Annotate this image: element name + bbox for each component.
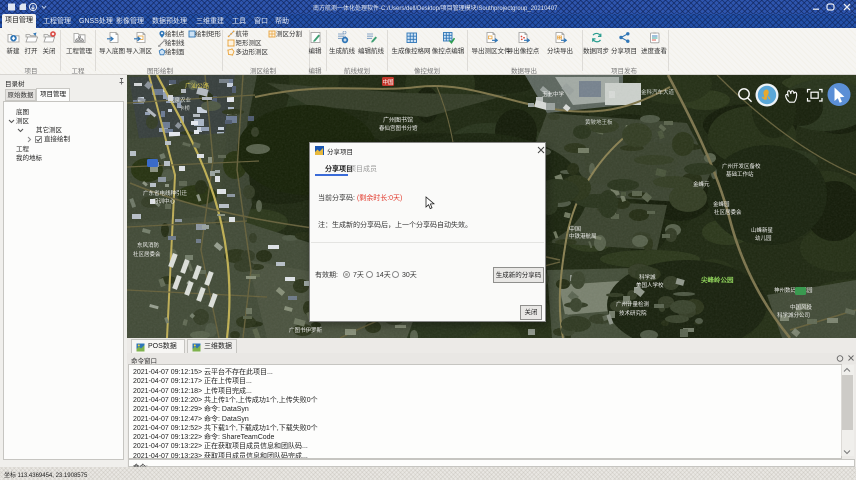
svg-text:玉七中学: 玉七中学 [542,90,565,98]
svg-text:美国人学校: 美国人学校 [636,281,664,289]
svg-text:金峰元: 金峰元 [693,180,710,188]
svg-text:社区居委会: 社区居委会 [133,250,161,258]
svg-text:社区居委会: 社区居委会 [714,208,742,216]
svg-text:广州开发区备校: 广州开发区备校 [722,162,761,170]
svg-text:神州数码智慧园: 神州数码智慧园 [774,286,813,294]
svg-text:东风消防: 东风消防 [137,241,160,249]
svg-text:广州计量检测: 广州计量检测 [616,300,650,308]
svg-text:卡桥: 卡桥 [179,104,191,112]
svg-text:中铁港航局: 中铁港航局 [569,232,597,240]
svg-text:黄陂地王板: 黄陂地王板 [585,118,613,126]
svg-text:山峰新星: 山峰新星 [751,226,774,234]
svg-text:广汕公路: 广汕公路 [185,82,209,90]
svg-text:金科汽车大道: 金科汽车大道 [641,88,675,96]
svg-text:玉泉农业: 玉泉农业 [169,96,192,104]
svg-text:广州图书馆: 广州图书馆 [383,116,413,124]
svg-text:中国: 中国 [569,225,581,233]
svg-text:科学城分公司: 科学城分公司 [777,311,810,319]
svg-text:广图书伊罗斯: 广图书伊罗斯 [289,326,323,334]
svg-text:技术研究院: 技术研究院 [619,309,647,317]
svg-text:中国: 中国 [382,78,394,86]
svg-text:春仙宫图书分馆: 春仙宫图书分馆 [379,124,418,132]
svg-text:尖峰岭公园: 尖峰岭公园 [701,275,734,284]
svg-text:培训中心: 培训中心 [153,197,176,205]
svg-text:幼儿园: 幼儿园 [755,234,772,242]
svg-text:金峰园: 金峰园 [713,200,730,208]
svg-text:广东省电线种引迁: 广东省电线种引迁 [143,189,188,197]
svg-text:中国风投: 中国风投 [790,303,813,311]
svg-text:科学城: 科学城 [639,273,656,281]
svg-text:基础工作站: 基础工作站 [726,170,754,178]
